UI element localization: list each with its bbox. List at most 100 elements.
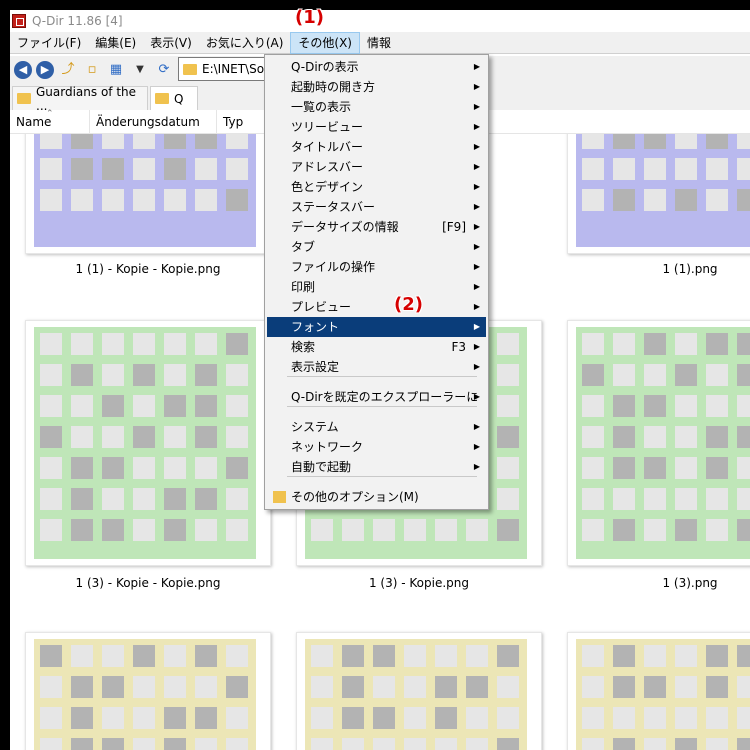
menu-item-7[interactable]: ステータスバー ▶ <box>267 197 486 217</box>
thumbnail-cell <box>404 519 426 541</box>
thumbnail-cell <box>675 488 697 510</box>
menu-item-3[interactable]: ツリービュー ▶ <box>267 117 486 137</box>
menu-edit[interactable]: 編集(E) <box>88 32 143 54</box>
menu-item-15[interactable]: 表示設定 ▶ <box>267 357 486 377</box>
thumbnail-cell <box>71 519 93 541</box>
thumbnail-cell <box>311 738 333 750</box>
thumbnail-cell <box>102 519 124 541</box>
thumbnail-cell <box>737 364 750 386</box>
thumbnail-cell <box>226 707 248 729</box>
menu-item-8[interactable]: データサイズの情報 [F9] ▶ <box>267 217 486 237</box>
thumbnail-cell <box>582 395 604 417</box>
menu-item-18[interactable]: ネットワーク ▶ <box>267 437 486 457</box>
thumbnail-cell <box>706 457 728 479</box>
thumbnail-cell <box>195 189 217 211</box>
file-thumbnail[interactable] <box>296 632 542 750</box>
submenu-arrow-icon: ▶ <box>473 102 480 111</box>
tab-guardians[interactable]: Guardians of the ... <box>12 85 148 113</box>
thumbnail-cell <box>706 519 728 541</box>
new-folder-icon[interactable]: ▫ <box>82 61 102 79</box>
thumbnail-cell <box>613 364 635 386</box>
menu-item-5[interactable]: アドレスバー ▶ <box>267 157 486 177</box>
thumbnail-cell <box>164 426 186 448</box>
menu-file[interactable]: ファイル(F) <box>10 32 88 54</box>
menu-item-4[interactable]: タイトルバー ▶ <box>267 137 486 157</box>
menu-item-9[interactable]: タブ ▶ <box>267 237 486 257</box>
column-type[interactable]: Typ <box>217 110 267 134</box>
thumbnail-cell <box>311 519 333 541</box>
thumbnail-cell <box>164 189 186 211</box>
menu-item-label: 一覧の表示 <box>291 100 352 114</box>
thumbnail-cell <box>706 645 728 667</box>
forward-icon[interactable]: ▶ <box>36 61 54 79</box>
file-caption[interactable]: 1 (1) - Kopie - Kopie.png <box>25 262 271 276</box>
thumbnail-cell <box>133 134 155 149</box>
title-bar: Q-Dir 11.86 [4] <box>10 10 750 32</box>
thumbnail-cell <box>71 738 93 750</box>
thumbnail-cell <box>497 488 519 510</box>
up-folder-icon[interactable]: ⤴ <box>58 61 78 79</box>
menu-item-1[interactable]: 起動時の開き方 ▶ <box>267 77 486 97</box>
view-mode-icon[interactable]: ▦ <box>106 61 126 79</box>
thumbnail-cell <box>133 158 155 180</box>
thumbnail-cell <box>435 676 457 698</box>
menu-item-0[interactable]: Q-Dirの表示 ▶ <box>267 57 486 77</box>
file-thumbnail[interactable] <box>567 632 750 750</box>
menu-item-14[interactable]: 検索 F3 ▶ <box>267 337 486 357</box>
thumbnail-cell <box>164 645 186 667</box>
back-icon[interactable]: ◀ <box>14 61 32 79</box>
menu-item-12[interactable]: プレビュー ▶ <box>267 297 486 317</box>
menu-item-10[interactable]: ファイルの操作 ▶ <box>267 257 486 277</box>
menu-info[interactable]: 情報 <box>360 32 398 54</box>
thumbnail-cell <box>435 519 457 541</box>
app-icon <box>12 14 26 28</box>
thumbnail-cell <box>644 519 666 541</box>
thumbnail-cell <box>133 707 155 729</box>
file-thumbnail[interactable] <box>567 134 750 254</box>
thumbnail-cell <box>71 395 93 417</box>
file-thumbnail[interactable] <box>25 320 271 566</box>
thumbnail-cell <box>40 134 62 149</box>
menu-item-shortcut: [F9] <box>442 220 466 234</box>
thumbnail-cell <box>164 457 186 479</box>
menu-item-13[interactable]: フォント ▶ <box>267 317 486 337</box>
thumbnail-cell <box>226 134 248 149</box>
thumbnail-cell <box>164 519 186 541</box>
menu-extras[interactable]: その他(X) <box>290 31 360 54</box>
menu-item-20[interactable]: その他のオプション(M) <box>267 487 486 507</box>
submenu-arrow-icon: ▶ <box>473 442 480 451</box>
column-modified[interactable]: Änderungsdatum <box>90 109 217 134</box>
column-name[interactable]: Name ⌃ <box>10 109 90 134</box>
menu-favorites[interactable]: お気に入り(A) <box>199 32 291 54</box>
thumbnail-cell <box>582 333 604 355</box>
menu-item-16[interactable]: Q-Dirを既定のエクスプローラーに ▶ <box>267 387 486 407</box>
menu-item-2[interactable]: 一覧の表示 ▶ <box>267 97 486 117</box>
thumbnail-cell <box>737 158 750 180</box>
refresh-icon[interactable]: ⟳ <box>154 61 174 79</box>
address-bar[interactable]: E:\INET\Soft <box>178 57 268 81</box>
thumbnail-cell <box>644 676 666 698</box>
submenu-arrow-icon: ▶ <box>473 122 480 131</box>
file-thumbnail[interactable] <box>567 320 750 566</box>
file-caption[interactable]: 1 (1).png <box>567 262 750 276</box>
thumbnail-cell <box>71 707 93 729</box>
menu-view[interactable]: 表示(V) <box>143 32 199 54</box>
file-thumbnail[interactable] <box>25 134 271 254</box>
thumbnail-cell <box>40 488 62 510</box>
thumbnail-cell <box>466 707 488 729</box>
menu-item-19[interactable]: 自動で起動 ▶ <box>267 457 486 477</box>
submenu-arrow-icon: ▶ <box>473 362 480 371</box>
tab-q[interactable]: Q <box>150 86 198 110</box>
dropdown-arrow-icon[interactable]: ▼ <box>130 61 150 79</box>
file-thumbnail[interactable] <box>25 632 271 750</box>
thumbnail-cell <box>706 707 728 729</box>
menu-item-11[interactable]: 印刷 ▶ <box>267 277 486 297</box>
file-caption[interactable]: 1 (3).png <box>567 576 750 590</box>
thumbnail-cell <box>164 738 186 750</box>
menu-item-6[interactable]: 色とデザイン ▶ <box>267 177 486 197</box>
file-caption[interactable]: 1 (3) - Kopie - Kopie.png <box>25 576 271 590</box>
menu-item-label: ステータスバー <box>291 200 376 214</box>
file-caption[interactable]: 1 (3) - Kopie.png <box>296 576 542 590</box>
thumbnail-cell <box>706 426 728 448</box>
menu-item-17[interactable]: システム ▶ <box>267 417 486 437</box>
